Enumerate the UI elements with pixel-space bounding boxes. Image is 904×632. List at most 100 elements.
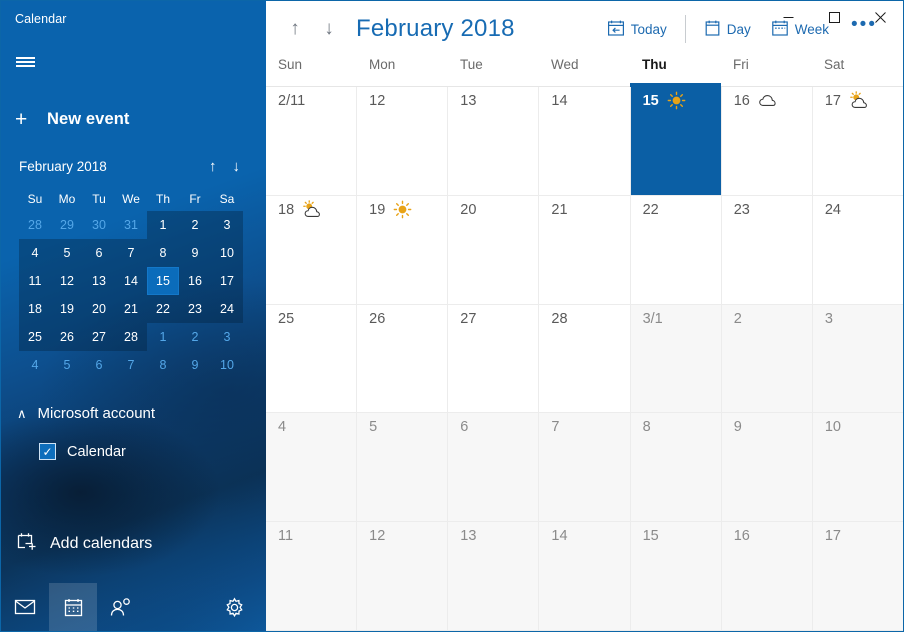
mini-calendar-day-cell[interactable]: 24 <box>211 295 243 323</box>
calendar-day-cell[interactable]: 15 <box>630 522 722 630</box>
mini-calendar-day-cell[interactable]: 3 <box>211 323 243 351</box>
mail-icon[interactable] <box>1 583 49 631</box>
calendar-day-cell[interactable]: 11 <box>266 522 358 630</box>
calendar-day-cell[interactable]: 16 <box>722 87 813 195</box>
calendar-day-cell[interactable]: 16 <box>721 522 813 630</box>
calendar-day-cell[interactable]: 9 <box>721 413 813 522</box>
next-month-icon[interactable]: ↓ <box>312 12 346 46</box>
hamburger-menu-icon[interactable] <box>1 42 49 82</box>
mini-calendar-day-cell[interactable]: 25 <box>19 323 51 351</box>
calendar-day-cell[interactable]: 8 <box>630 413 722 522</box>
mini-calendar-day-cell[interactable]: 10 <box>211 351 243 379</box>
mini-calendar-day-cell[interactable]: 11 <box>19 267 51 295</box>
new-event-button[interactable]: + New event <box>1 99 266 139</box>
mini-calendar-day-cell[interactable]: 14 <box>115 267 147 295</box>
mini-calendar-day-cell[interactable]: 1 <box>147 211 179 239</box>
calendar-day-cell[interactable]: 13 <box>448 522 540 630</box>
mini-calendar-day-cell[interactable]: 17 <box>211 267 243 295</box>
mini-calendar-day-cell[interactable]: 31 <box>115 211 147 239</box>
mini-calendar-day-cell[interactable]: 4 <box>19 239 51 267</box>
calendar-day-cell[interactable]: 23 <box>722 195 813 304</box>
mini-calendar-day-cell[interactable]: 19 <box>51 295 83 323</box>
mini-calendar-day-cell[interactable]: 28 <box>19 211 51 239</box>
calendar-icon[interactable] <box>49 583 97 631</box>
calendar-day-cell[interactable]: 26 <box>357 304 449 413</box>
mini-calendar-day-cell[interactable]: 20 <box>83 295 115 323</box>
today-label: Today <box>630 21 667 37</box>
calendar-day-cell[interactable]: 3/1 <box>630 304 722 413</box>
mini-calendar-day-cell[interactable]: 10 <box>211 239 243 267</box>
calendar-day-cell[interactable]: 13 <box>448 87 540 195</box>
mini-calendar-day-cell[interactable]: 8 <box>147 351 179 379</box>
day-view-button[interactable]: Day <box>694 13 761 46</box>
calendar-day-cell[interactable]: 12 <box>357 87 449 195</box>
mini-calendar-day-cell[interactable]: 27 <box>83 323 115 351</box>
calendar-day-cell[interactable]: 7 <box>539 413 631 522</box>
mini-calendar-day-cell[interactable]: 21 <box>115 295 147 323</box>
mini-calendar-day-cell[interactable]: 30 <box>83 211 115 239</box>
account-section-toggle[interactable]: ∧ Microsoft account <box>1 405 266 422</box>
calendar-day-cell[interactable]: 28 <box>539 304 631 413</box>
mini-calendar-day-cell[interactable]: 7 <box>115 351 147 379</box>
calendar-day-cell[interactable]: 3 <box>812 304 903 413</box>
calendar-checkbox-row[interactable]: ✓ Calendar <box>1 443 266 460</box>
mini-calendar-day-cell[interactable]: 5 <box>51 351 83 379</box>
current-month-title[interactable]: February 2018 <box>356 15 515 43</box>
calendar-day-cell[interactable]: 5 <box>357 413 449 522</box>
mini-calendar-day-cell[interactable]: 9 <box>179 239 211 267</box>
calendar-checkbox[interactable]: ✓ <box>39 443 56 460</box>
settings-gear-icon[interactable] <box>210 583 258 631</box>
minimize-button[interactable] <box>765 1 811 33</box>
mini-calendar-day-cell[interactable]: 7 <box>115 239 147 267</box>
mini-calendar-day-cell[interactable]: 4 <box>19 351 51 379</box>
mini-calendar-today-cell[interactable]: 15 <box>147 267 179 295</box>
calendar-day-cell[interactable]: 20 <box>448 195 540 304</box>
calendar-day-cell[interactable]: 2/11 <box>266 87 358 195</box>
calendar-day-cell[interactable]: 6 <box>448 413 540 522</box>
mini-calendar-day-cell[interactable]: 18 <box>19 295 51 323</box>
maximize-button[interactable] <box>811 1 857 33</box>
today-button[interactable]: Today <box>597 13 677 46</box>
people-icon[interactable] <box>97 583 145 631</box>
calendar-day-cell[interactable]: 24 <box>813 196 903 304</box>
calendar-day-cell[interactable]: 18 <box>266 195 358 304</box>
calendar-day-cell[interactable]: 27 <box>448 304 540 413</box>
calendar-day-cell[interactable]: 12 <box>357 522 449 630</box>
calendar-day-cell[interactable]: 14 <box>539 522 631 630</box>
mini-calendar-next-icon[interactable]: ↓ <box>233 159 241 174</box>
mini-calendar-day-cell[interactable]: 9 <box>179 351 211 379</box>
mini-calendar-month-label[interactable]: February 2018 <box>19 159 107 174</box>
calendar-day-cell-selected[interactable]: 15 <box>630 87 722 195</box>
calendar-day-cell[interactable]: 22 <box>631 195 722 304</box>
calendar-day-cell[interactable]: 10 <box>812 413 903 522</box>
mini-calendar-day-cell[interactable]: 29 <box>51 211 83 239</box>
mini-calendar-prev-icon[interactable]: ↑ <box>209 159 217 174</box>
close-button[interactable] <box>857 1 903 33</box>
calendar-day-cell[interactable]: 17 <box>812 522 903 630</box>
previous-month-icon[interactable]: ↑ <box>278 12 312 46</box>
mini-calendar-day-cell[interactable]: 5 <box>51 239 83 267</box>
mini-calendar-day-cell[interactable]: 28 <box>115 323 147 351</box>
mini-calendar-day-cell[interactable]: 12 <box>51 267 83 295</box>
mini-calendar-day-cell[interactable]: 26 <box>51 323 83 351</box>
mini-calendar-day-cell[interactable]: 22 <box>147 295 179 323</box>
mini-calendar-day-cell[interactable]: 23 <box>179 295 211 323</box>
calendar-day-cell[interactable]: 14 <box>539 87 631 195</box>
mini-calendar-day-cell[interactable]: 6 <box>83 239 115 267</box>
mini-calendar-day-cell[interactable]: 8 <box>147 239 179 267</box>
add-calendars-button[interactable]: Add calendars <box>1 530 152 557</box>
mini-calendar-day-cell[interactable]: 2 <box>179 211 211 239</box>
mini-calendar-day-cell[interactable]: 3 <box>211 211 243 239</box>
weekday-header-tue: Tue <box>460 57 483 72</box>
calendar-day-cell[interactable]: 4 <box>266 413 358 522</box>
calendar-day-cell[interactable]: 19 <box>357 195 449 304</box>
calendar-day-cell[interactable]: 25 <box>266 304 358 413</box>
mini-calendar-day-cell[interactable]: 2 <box>179 323 211 351</box>
mini-calendar-day-cell[interactable]: 13 <box>83 267 115 295</box>
calendar-day-cell[interactable]: 2 <box>721 304 813 413</box>
calendar-day-cell[interactable]: 21 <box>539 195 631 304</box>
calendar-day-cell[interactable]: 17 <box>813 87 903 195</box>
mini-calendar-day-cell[interactable]: 1 <box>147 323 179 351</box>
mini-calendar-day-cell[interactable]: 6 <box>83 351 115 379</box>
mini-calendar-day-cell[interactable]: 16 <box>179 267 211 295</box>
